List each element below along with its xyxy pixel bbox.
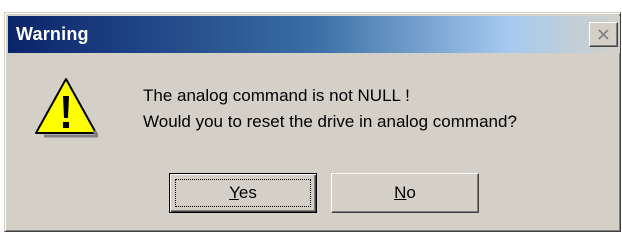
dialog-title: Warning [16,24,89,44]
message-line-1: The analog command is not NULL ! [143,86,410,105]
message-line-2: Would you to reset the drive in analog c… [143,112,517,131]
close-x-icon [598,29,609,40]
yes-button[interactable]: Yes [169,173,317,213]
warning-dialog: Warning The analog command is not NULL !… [4,12,621,232]
yes-button-label: Yes [229,183,257,202]
title-bar[interactable]: Warning [8,16,620,53]
warning-icon [34,76,102,143]
no-button[interactable]: No [331,173,479,213]
close-button[interactable] [589,22,618,47]
message-text: The analog command is not NULL ! Would y… [143,83,517,135]
no-button-label: No [394,183,416,202]
